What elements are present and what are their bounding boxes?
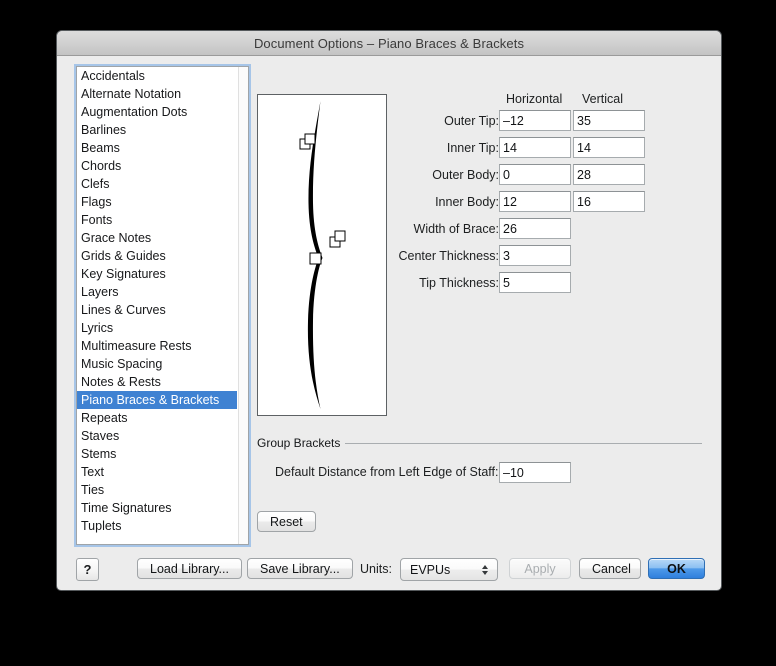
piano-brace-preview[interactable] — [257, 94, 387, 416]
column-header-horizontal: Horizontal — [506, 92, 563, 106]
document-options-dialog: Document Options – Piano Braces & Bracke… — [56, 30, 722, 591]
parameter-row: Tip Thickness: — [402, 272, 702, 299]
sidebar-item[interactable]: Lines & Curves — [77, 301, 237, 319]
sidebar-item[interactable]: Accidentals — [77, 67, 237, 85]
sidebar-item[interactable]: Flags — [77, 193, 237, 211]
sidebar-item[interactable]: Clefs — [77, 175, 237, 193]
sidebar-item[interactable]: Grids & Guides — [77, 247, 237, 265]
category-list[interactable]: Accidentals Alternate Notation Augmentatio… — [76, 66, 249, 545]
parameter-vertical-input[interactable] — [573, 191, 645, 212]
column-headers: Horizontal Vertical — [402, 92, 702, 110]
parameter-row: Outer Tip: — [402, 110, 702, 137]
units-label: Units: — [360, 562, 392, 576]
parameter-vertical-input[interactable] — [573, 164, 645, 185]
parameter-horizontal-input[interactable] — [499, 137, 571, 158]
parameter-horizontal-input[interactable] — [499, 218, 571, 239]
sidebar-item[interactable]: Fonts — [77, 211, 237, 229]
sidebar-item[interactable]: Augmentation Dots — [77, 103, 237, 121]
parameter-horizontal-input[interactable] — [499, 164, 571, 185]
sidebar-item[interactable]: Text — [77, 463, 237, 481]
parameter-vertical-input[interactable] — [573, 110, 645, 131]
chevron-updown-icon — [477, 564, 493, 575]
sidebar-item[interactable]: Layers — [77, 283, 237, 301]
dialog-content: Accidentals Alternate Notation Augmentatio… — [57, 56, 721, 590]
parameter-label: Inner Tip: — [446, 141, 499, 155]
sidebar-item[interactable]: Ties — [77, 481, 237, 499]
center-handle[interactable] — [309, 252, 322, 265]
brace-preview-canvas — [299, 101, 346, 409]
load-library-button[interactable]: Load Library... — [137, 558, 242, 579]
default-distance-input[interactable] — [499, 462, 571, 483]
sidebar-item[interactable]: Multimeasure Rests — [77, 337, 237, 355]
inner-body-handle[interactable] — [334, 230, 346, 242]
inner-tip-handle[interactable] — [304, 133, 316, 145]
sidebar-item[interactable]: Barlines — [77, 121, 237, 139]
parameter-horizontal-input[interactable] — [499, 245, 571, 266]
group-brackets-section: Group Brackets Default Distance from Lef… — [257, 436, 702, 541]
sidebar-item[interactable]: Chords — [77, 157, 237, 175]
title-bar: Document Options – Piano Braces & Bracke… — [57, 31, 721, 56]
sidebar-item[interactable]: Repeats — [77, 409, 237, 427]
parameter-row: Width of Brace: — [402, 218, 702, 245]
sidebar-item[interactable]: Alternate Notation — [77, 85, 237, 103]
ok-button[interactable]: OK — [648, 558, 705, 579]
sidebar-item[interactable]: Music Spacing — [77, 355, 237, 373]
help-button[interactable]: ? — [76, 558, 99, 581]
sidebar-item[interactable]: Notes & Rests — [77, 373, 237, 391]
reset-button[interactable]: Reset — [257, 511, 316, 532]
parameter-label: Outer Tip: — [444, 114, 499, 128]
parameter-label: Center Thickness: — [398, 249, 499, 263]
sidebar-item[interactable]: Key Signatures — [77, 265, 237, 283]
default-distance-label: Default Distance from Left Edge of Staff… — [275, 465, 499, 479]
parameter-label: Outer Body: — [432, 168, 499, 182]
parameter-horizontal-input[interactable] — [499, 272, 571, 293]
parameter-horizontal-input[interactable] — [499, 191, 571, 212]
window-title: Document Options – Piano Braces & Bracke… — [253, 35, 525, 51]
sidebar-item[interactable]: Tuplets — [77, 517, 237, 535]
sidebar-item[interactable]: Lyrics — [77, 319, 237, 337]
parameter-row: Inner Body: — [402, 191, 702, 218]
column-header-vertical: Vertical — [582, 92, 623, 106]
sidebar-item[interactable]: Grace Notes — [77, 229, 237, 247]
parameter-horizontal-input[interactable] — [499, 110, 571, 131]
sidebar-item[interactable]: Stems — [77, 445, 237, 463]
parameter-label: Inner Body: — [435, 195, 499, 209]
parameter-row: Center Thickness: — [398, 245, 702, 272]
parameter-row: Inner Tip: — [402, 137, 702, 164]
parameter-row: Outer Body: — [402, 164, 702, 191]
save-library-button[interactable]: Save Library... — [247, 558, 353, 579]
category-list-items: Accidentals Alternate Notation Augmentatio… — [77, 67, 237, 544]
dialog-button-bar: ? Load Library... Save Library... Units:… — [57, 553, 721, 590]
units-select[interactable]: EVPUs — [400, 558, 498, 581]
sidebar-item[interactable]: Time Signatures — [77, 499, 237, 517]
cancel-button[interactable]: Cancel — [579, 558, 641, 579]
units-selected-value: EVPUs — [410, 562, 451, 577]
brace-parameter-form: Horizontal Vertical Outer Tip: Inner Tip:… — [398, 92, 702, 299]
parameter-label: Tip Thickness: — [419, 276, 499, 290]
category-list-scrollbar[interactable] — [238, 67, 248, 544]
group-brackets-header: Group Brackets — [257, 436, 702, 450]
group-brackets-legend: Group Brackets — [257, 436, 346, 450]
sidebar-item[interactable]: Piano Braces & Brackets — [77, 391, 237, 409]
parameter-label: Width of Brace: — [413, 222, 499, 236]
sidebar-item[interactable]: Staves — [77, 427, 237, 445]
parameter-vertical-input[interactable] — [573, 137, 645, 158]
apply-button[interactable]: Apply — [509, 558, 571, 579]
default-distance-row: Default Distance from Left Edge of Staff… — [257, 462, 702, 484]
parameter-rows: Outer Tip: Inner Tip: Outer Body: Inner Bod… — [398, 110, 702, 299]
sidebar-item[interactable]: Beams — [77, 139, 237, 157]
